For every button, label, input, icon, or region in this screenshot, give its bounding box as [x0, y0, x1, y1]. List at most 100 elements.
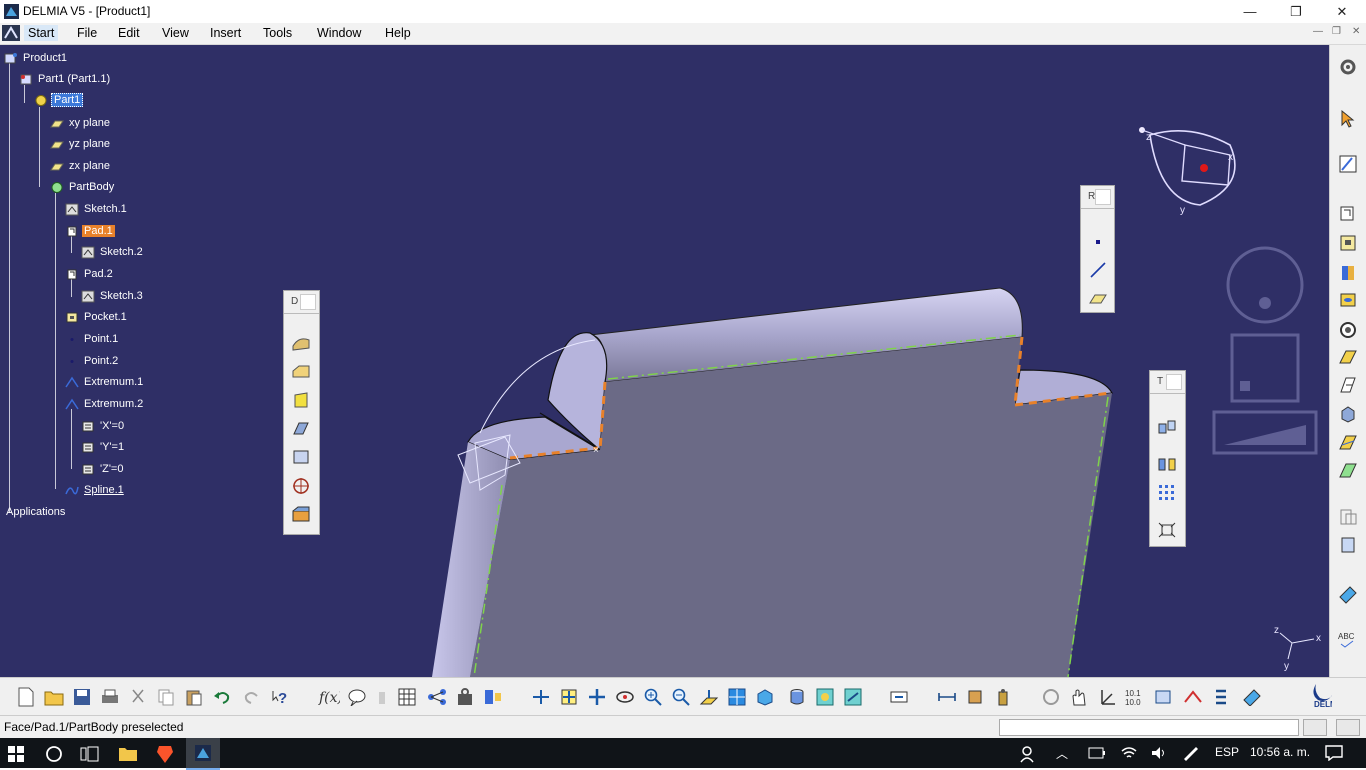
- assemble-icon[interactable]: [1336, 533, 1360, 557]
- line-icon[interactable]: [1086, 258, 1110, 282]
- formula-icon[interactable]: f(x): [317, 685, 341, 709]
- units-icon[interactable]: 10.1 10.0: [1123, 685, 1147, 709]
- eraser-icon[interactable]: [1240, 685, 1264, 709]
- apply-material-icon[interactable]: [1336, 583, 1360, 607]
- thickness-icon[interactable]: [289, 445, 313, 469]
- people-icon[interactable]: [1020, 745, 1038, 763]
- tree-node-param-z[interactable]: 'Z'=0: [81, 461, 125, 477]
- volume-icon[interactable]: [1150, 745, 1168, 761]
- tree-node-xy-plane[interactable]: xy plane: [50, 115, 112, 131]
- catalog-icon[interactable]: [453, 685, 477, 709]
- dress-up-toolbar[interactable]: D: [283, 290, 320, 535]
- parameter-lock-icon[interactable]: [370, 685, 394, 709]
- toolbar-header[interactable]: T: [1150, 371, 1185, 394]
- menu-help[interactable]: Help: [381, 25, 415, 41]
- tree-node-yz-plane[interactable]: yz plane: [50, 136, 112, 152]
- mdi-minimize-icon[interactable]: —: [1313, 26, 1323, 37]
- measure-item-icon[interactable]: [963, 685, 987, 709]
- tree-node-extremum2[interactable]: Extremum.2: [65, 396, 145, 412]
- analysis-icon[interactable]: [425, 685, 449, 709]
- grid-icon[interactable]: [395, 685, 419, 709]
- tree-node-spline1[interactable]: Spline.1: [65, 482, 126, 498]
- menu-start[interactable]: Start: [24, 25, 59, 41]
- menu-tools[interactable]: Tools: [259, 25, 296, 41]
- zoom-in-icon[interactable]: [641, 685, 665, 709]
- close-button[interactable]: ✕: [1319, 0, 1365, 23]
- rib-icon[interactable]: [1336, 318, 1360, 342]
- tree-node-pocket1[interactable]: Pocket.1: [65, 309, 129, 325]
- save-icon[interactable]: [70, 685, 94, 709]
- tree-node-sketch2[interactable]: Sketch.2: [81, 244, 145, 260]
- update-icon[interactable]: [887, 685, 911, 709]
- pan-icon[interactable]: [585, 685, 609, 709]
- tree-node-param-y[interactable]: 'Y'=1: [81, 439, 126, 455]
- multi-section-solid-icon[interactable]: [1336, 401, 1360, 425]
- shaft-icon[interactable]: [1336, 261, 1360, 285]
- file-explorer-icon[interactable]: [118, 745, 138, 763]
- rotate-icon[interactable]: [613, 685, 637, 709]
- menu-window[interactable]: Window: [313, 25, 365, 41]
- measure-inertia-icon[interactable]: [991, 685, 1015, 709]
- reference-elements-toolbar[interactable]: R: [1080, 185, 1115, 313]
- tree-node-extremum1[interactable]: Extremum.1: [65, 374, 145, 390]
- remove-face-icon[interactable]: [289, 503, 313, 527]
- tree-node-pad1[interactable]: Pad.1: [65, 223, 115, 239]
- action-center-icon[interactable]: [1325, 745, 1343, 761]
- tree-node-zx-plane[interactable]: zx plane: [50, 158, 112, 174]
- boolean-icon[interactable]: [1336, 505, 1360, 529]
- tree-node-product1[interactable]: Product1: [4, 50, 69, 66]
- taskbar-delmia-app[interactable]: [186, 738, 220, 770]
- mirror-icon[interactable]: [1155, 452, 1179, 476]
- normal-view-icon[interactable]: [697, 685, 721, 709]
- render-style-icon[interactable]: [785, 685, 809, 709]
- measure-between-icon[interactable]: [935, 685, 959, 709]
- snap-icon[interactable]: [1151, 685, 1175, 709]
- tree-node-param-x[interactable]: 'X'=0: [81, 418, 126, 434]
- windows-start-icon[interactable]: [8, 746, 24, 762]
- redo-icon[interactable]: [240, 685, 264, 709]
- pocket-icon[interactable]: [1336, 231, 1360, 255]
- hole-icon[interactable]: [1336, 288, 1360, 312]
- tree-node-part-instance[interactable]: Part1 (Part1.1): [19, 71, 112, 87]
- menu-edit[interactable]: Edit: [114, 25, 144, 41]
- point-icon[interactable]: [1086, 230, 1110, 254]
- layer-list-icon[interactable]: [1209, 685, 1233, 709]
- hand-icon[interactable]: [1067, 685, 1091, 709]
- slot-icon[interactable]: [1336, 345, 1360, 369]
- language-indicator[interactable]: ESP: [1215, 745, 1239, 759]
- tree-node-partbody[interactable]: PartBody: [50, 179, 116, 195]
- whats-this-icon[interactable]: ?: [270, 685, 294, 709]
- tree-node-point1[interactable]: Point.1: [65, 331, 120, 347]
- plane-icon[interactable]: [1086, 286, 1110, 310]
- stiffener-icon[interactable]: [1336, 373, 1360, 397]
- tree-node-part1[interactable]: Part1: [34, 92, 84, 108]
- cortana-search-icon[interactable]: [45, 745, 63, 763]
- zoom-out-icon[interactable]: [669, 685, 693, 709]
- open-icon[interactable]: [42, 685, 66, 709]
- pad-icon[interactable]: [1336, 201, 1360, 225]
- chamfer-icon[interactable]: [289, 360, 313, 384]
- mdi-close-icon[interactable]: ✕: [1352, 26, 1360, 37]
- menu-view[interactable]: View: [158, 25, 193, 41]
- status-button-1[interactable]: [1303, 719, 1327, 736]
- fillet-icon[interactable]: [289, 331, 313, 355]
- print-icon[interactable]: [98, 685, 122, 709]
- task-view-icon[interactable]: [80, 745, 100, 763]
- brave-browser-icon[interactable]: [156, 744, 174, 764]
- tree-node-point2[interactable]: Point.2: [65, 353, 120, 369]
- fit-all-icon[interactable]: [557, 685, 581, 709]
- multi-view-icon[interactable]: [725, 685, 749, 709]
- swap-visible-space-icon[interactable]: [841, 685, 865, 709]
- battery-icon[interactable]: [1088, 747, 1106, 759]
- select-arrow-icon[interactable]: [1336, 107, 1360, 131]
- status-button-2[interactable]: [1336, 719, 1360, 736]
- surface-based-icon[interactable]: [1336, 431, 1360, 455]
- translation-icon[interactable]: [1155, 415, 1179, 439]
- undo-icon[interactable]: [210, 685, 234, 709]
- shell-icon[interactable]: [289, 417, 313, 441]
- thread-icon[interactable]: [289, 474, 313, 498]
- toolbar-header[interactable]: D: [284, 291, 319, 314]
- right-toolbar[interactable]: ABC: [1329, 45, 1366, 677]
- paste-icon[interactable]: [182, 685, 206, 709]
- fly-mode-icon[interactable]: [529, 685, 553, 709]
